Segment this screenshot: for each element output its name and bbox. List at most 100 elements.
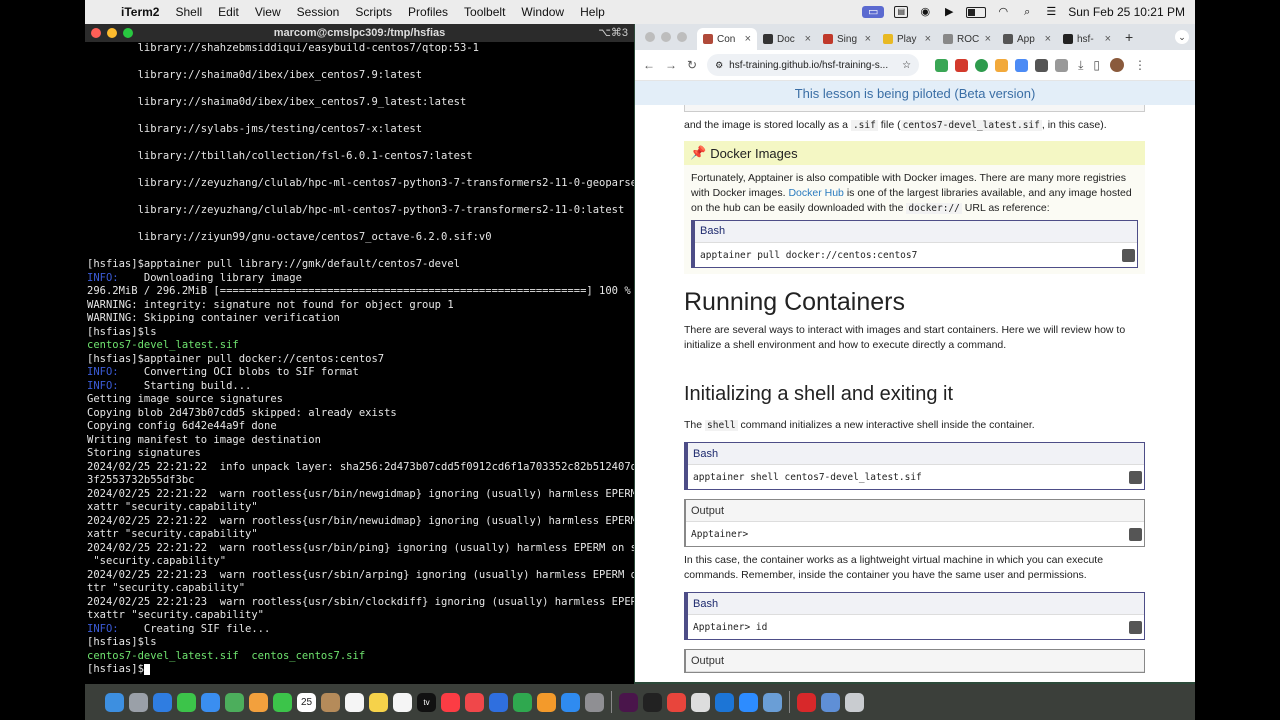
textedit-icon[interactable] (691, 692, 710, 712)
tab-close-icon[interactable]: × (985, 33, 991, 45)
browser-minimize-button[interactable] (661, 32, 671, 42)
close-window-button[interactable] (91, 28, 101, 38)
copy-icon[interactable] (1129, 471, 1142, 484)
notes-status-icon[interactable]: ▤ (894, 6, 909, 18)
trash-icon[interactable] (845, 692, 864, 712)
safari-icon[interactable] (153, 692, 172, 712)
photos-icon[interactable] (249, 692, 268, 712)
terminal-output[interactable]: library://shahzebmsiddiqui/easybuild-cen… (85, 42, 634, 684)
messages-icon[interactable] (177, 692, 196, 712)
menu-toolbelt[interactable]: Toolbelt (456, 5, 513, 19)
minimize-window-button[interactable] (107, 28, 117, 38)
browser-tab[interactable]: Doc × (757, 28, 817, 50)
codeblock-code[interactable]: Apptainer> (686, 522, 1144, 546)
pages-icon[interactable] (537, 692, 556, 712)
tab-search-icon[interactable]: ⌄ (1175, 30, 1189, 44)
tab-close-icon[interactable]: × (745, 33, 751, 45)
music-icon[interactable] (441, 692, 460, 712)
battery-icon[interactable] (966, 6, 987, 18)
notes-icon[interactable] (369, 692, 388, 712)
mail-icon[interactable] (201, 692, 220, 712)
maps-icon[interactable] (225, 692, 244, 712)
new-tab-button[interactable]: + (1117, 29, 1141, 45)
menu-app-name[interactable]: iTerm2 (117, 5, 167, 19)
extension-icon-3[interactable] (975, 58, 989, 72)
spotlight-icon[interactable]: ⌕ (1020, 6, 1034, 18)
menu-window[interactable]: Window (513, 5, 572, 19)
zoom-window-button[interactable] (123, 28, 133, 38)
tab-close-icon[interactable]: × (925, 33, 931, 45)
bookmark-star-icon[interactable]: ☆ (902, 60, 911, 71)
browser-zoom-button[interactable] (677, 32, 687, 42)
acrobat-icon[interactable] (797, 692, 816, 712)
browser-tab[interactable]: Play × (877, 28, 937, 50)
tv-icon[interactable]: tv (417, 692, 436, 712)
menu-scripts[interactable]: Scripts (347, 5, 400, 19)
contacts-icon[interactable] (321, 692, 340, 712)
slack-icon[interactable] (619, 692, 638, 712)
launchpad-icon[interactable] (129, 692, 148, 712)
codeblock-code[interactable]: apptainer shell centos7-devel_latest.sif (688, 465, 1144, 489)
browser-tab[interactable]: Con × (697, 28, 757, 50)
reload-icon[interactable]: ↻ (687, 58, 697, 72)
extensions-puzzle-icon[interactable] (1055, 58, 1069, 72)
browser-tab[interactable]: App × (997, 28, 1057, 50)
browser-tab[interactable]: Sing × (817, 28, 877, 50)
tab-close-icon[interactable]: × (1105, 33, 1111, 45)
menu-profiles[interactable]: Profiles (400, 5, 456, 19)
menu-session[interactable]: Session (289, 5, 348, 19)
tab-close-icon[interactable]: × (865, 33, 871, 45)
screen-record-icon[interactable]: ◉ (918, 6, 932, 18)
system-settings-icon[interactable] (585, 692, 604, 712)
finder-icon[interactable] (105, 692, 124, 712)
chrome-icon[interactable] (667, 692, 686, 712)
menu-shell[interactable]: Shell (167, 5, 210, 19)
play-status-icon[interactable]: ▶ (942, 6, 956, 18)
extension-icon-1[interactable] (935, 58, 949, 72)
profile-avatar[interactable] (1109, 58, 1124, 72)
reminders-icon[interactable] (345, 692, 364, 712)
browser-tab[interactable]: hsf- × (1057, 28, 1117, 50)
extension-icon-2[interactable] (955, 58, 969, 72)
back-icon[interactable]: ← (643, 58, 655, 72)
docker-hub-link[interactable]: Docker Hub (788, 187, 843, 199)
browser-tab[interactable]: ROC × (937, 28, 997, 50)
calendar-icon[interactable]: 25 (297, 692, 316, 712)
facetime-icon[interactable] (273, 692, 292, 712)
side-panel-icon[interactable]: ▯ (1093, 58, 1100, 72)
zoom-status-icon[interactable]: ▭ (862, 6, 885, 18)
wifi-icon[interactable]: ◠ (996, 6, 1010, 18)
download-icon[interactable]: ⤓ (1078, 58, 1083, 73)
tab-close-icon[interactable]: × (805, 33, 811, 45)
codeblock-code[interactable]: Apptainer> id (688, 615, 1144, 639)
tab-close-icon[interactable]: × (1045, 33, 1051, 45)
browser-close-button[interactable] (645, 32, 655, 42)
control-center-icon[interactable]: ☰ (1044, 6, 1058, 18)
codeblock-code[interactable]: apptainer pull docker://centos:centos7 (695, 243, 1137, 267)
downloads-icon[interactable] (821, 692, 840, 712)
menu-help[interactable]: Help (572, 5, 613, 19)
freeform-icon[interactable] (393, 692, 412, 712)
extension-icon-4[interactable] (995, 58, 1009, 72)
zoom-icon[interactable] (739, 692, 758, 712)
menu-edit[interactable]: Edit (210, 5, 247, 19)
numbers-icon[interactable] (513, 692, 532, 712)
keynote-icon[interactable] (489, 692, 508, 712)
iterm-icon[interactable] (643, 692, 662, 712)
copy-icon[interactable] (1122, 249, 1135, 262)
copy-icon[interactable] (1129, 621, 1142, 634)
copy-icon[interactable] (1129, 528, 1142, 541)
xcode-icon[interactable] (715, 692, 734, 712)
extension-icon-5[interactable] (1015, 58, 1029, 72)
extension-icon-6[interactable] (1035, 58, 1049, 72)
preview-icon[interactable] (763, 692, 782, 712)
site-info-icon[interactable]: ⚙ (715, 60, 723, 71)
url-field[interactable]: ⚙ hsf-training.github.io/hsf-training-s.… (707, 54, 920, 76)
browser-menu-icon[interactable]: ⋮ (1134, 58, 1146, 72)
menu-view[interactable]: View (247, 5, 289, 19)
forward-icon[interactable]: → (665, 58, 677, 72)
news-icon[interactable] (465, 692, 484, 712)
app-store-icon[interactable] (561, 692, 580, 712)
clock[interactable]: Sun Feb 25 10:21 PM (1068, 5, 1185, 19)
